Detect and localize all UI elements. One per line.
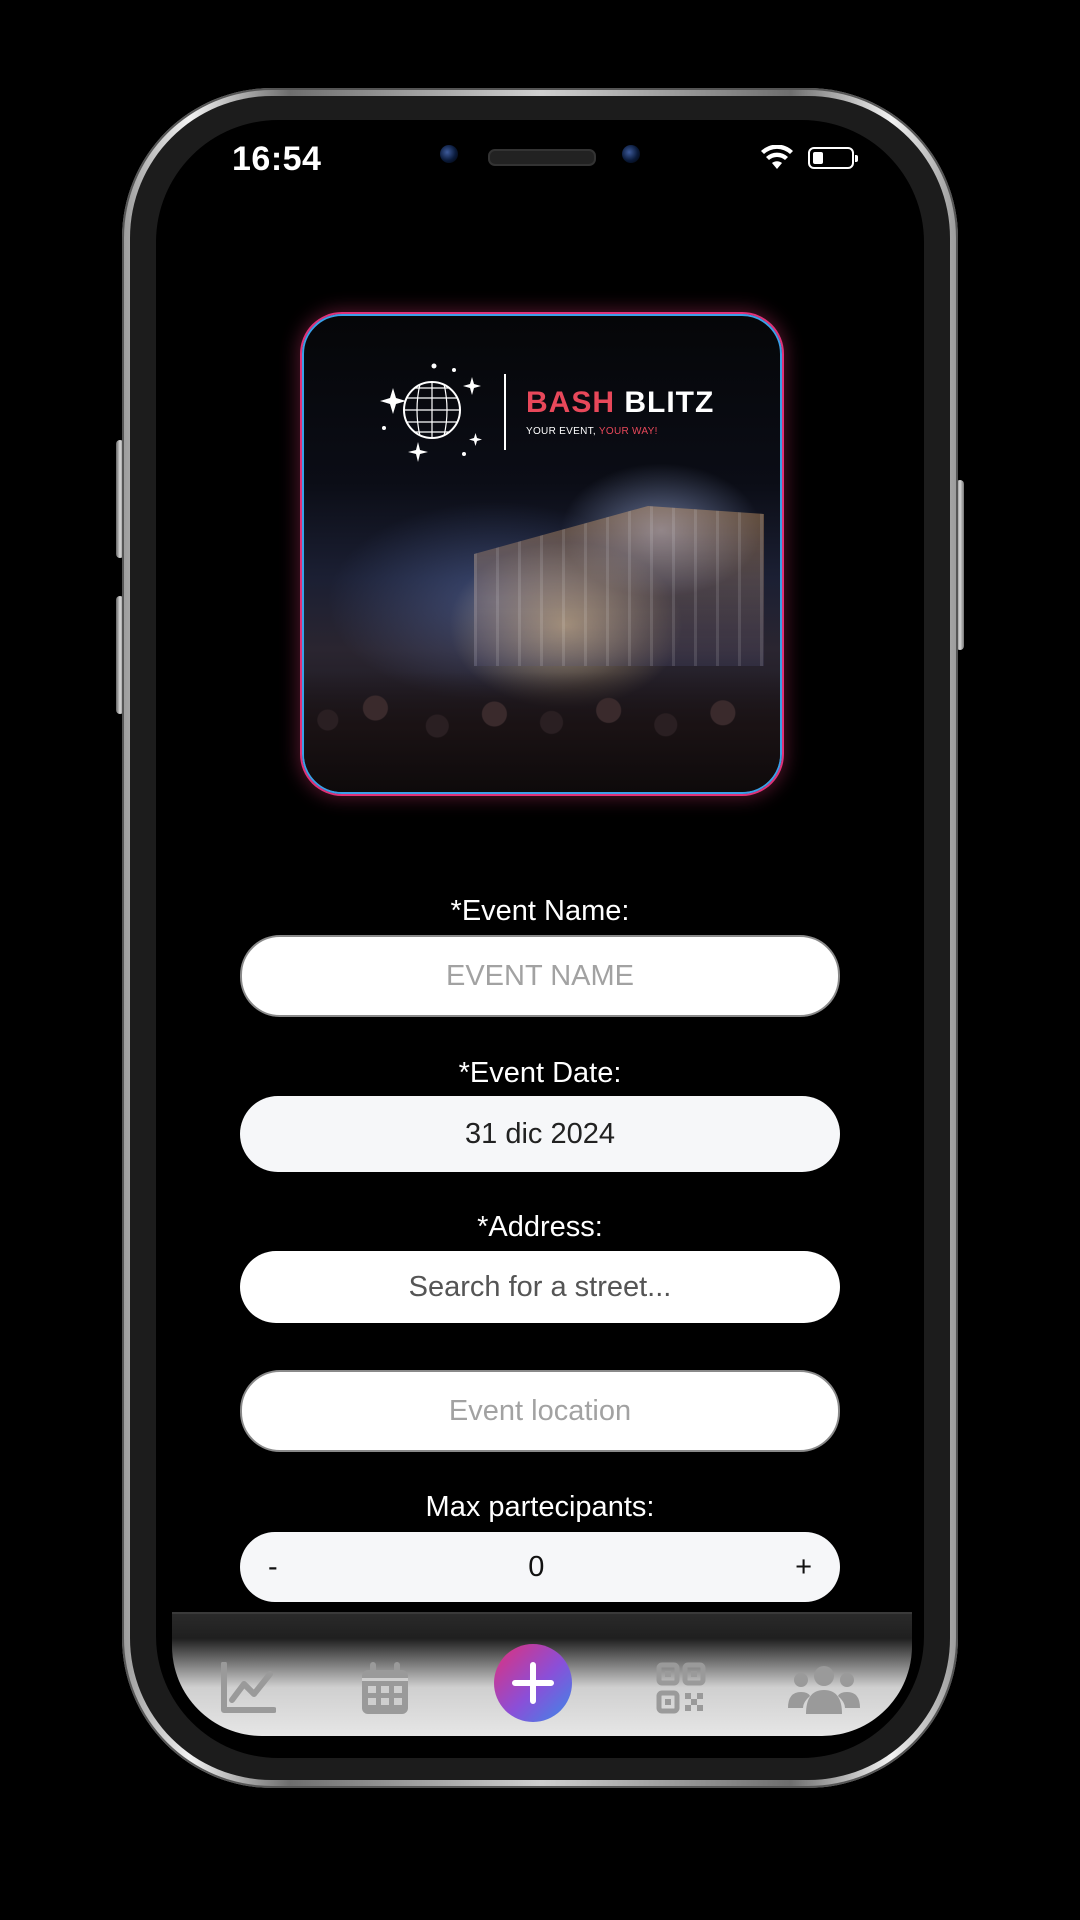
plus-icon — [512, 1662, 554, 1704]
event-date-value: 31 dic 2024 — [465, 1117, 615, 1150]
sensor-icon — [622, 145, 640, 163]
event-location-placeholder: Event location — [448, 1394, 632, 1427]
address-label: *Address: — [477, 1211, 603, 1243]
qr-code-icon[interactable] — [656, 1662, 706, 1714]
decrement-button[interactable]: - — [268, 1551, 278, 1584]
add-event-button[interactable] — [494, 1644, 572, 1722]
logo-divider — [504, 374, 506, 450]
status-time: 16:54 — [232, 140, 322, 178]
event-date-label: *Event Date: — [458, 1057, 622, 1089]
address-search-input[interactable]: Search for a street... — [240, 1251, 840, 1323]
brand-tagline: YOUR EVENT, YOUR WAY! — [526, 426, 658, 437]
brand-logo: BASH BLITZ YOUR EVENT, YOUR WAY! — [374, 358, 714, 462]
crowd — [304, 672, 780, 792]
participants-value: 0 — [528, 1550, 545, 1583]
calendar-icon[interactable] — [360, 1662, 410, 1716]
page: 16:54 BASH BLITZ YOUR EVENT, YOUR WAY! *… — [0, 0, 1080, 1920]
stage-lights — [474, 506, 764, 666]
max-participants-label: Max partecipants: — [425, 1491, 655, 1523]
address-search-text: Search for a street... — [408, 1270, 672, 1303]
tagline-part2: YOUR WAY! — [598, 426, 658, 437]
brand-name: BASH BLITZ — [526, 386, 714, 420]
chart-line-icon[interactable] — [220, 1662, 276, 1714]
increment-button[interactable]: + — [795, 1551, 812, 1584]
event-date-picker[interactable]: 31 dic 2024 — [240, 1096, 840, 1172]
wifi-icon — [761, 145, 793, 169]
front-camera-icon — [440, 145, 458, 163]
earpiece-speaker — [488, 149, 596, 166]
brand-name-part2: BLITZ — [624, 386, 715, 419]
event-name-placeholder: EVENT NAME — [445, 959, 634, 992]
tagline-part1: YOUR EVENT, — [526, 426, 596, 437]
battery-icon — [808, 147, 858, 169]
event-name-input[interactable]: EVENT NAME — [240, 935, 840, 1017]
status-icons — [760, 145, 858, 171]
event-name-label: *Event Name: — [450, 895, 630, 927]
event-image[interactable]: BASH BLITZ YOUR EVENT, YOUR WAY! — [302, 314, 782, 794]
users-icon[interactable] — [788, 1662, 860, 1716]
max-participants-stepper: - 0 + — [240, 1532, 840, 1602]
brand-name-part1: BASH — [526, 386, 616, 419]
event-location-input[interactable]: Event location — [240, 1370, 840, 1452]
disco-ball-icon — [380, 363, 482, 462]
